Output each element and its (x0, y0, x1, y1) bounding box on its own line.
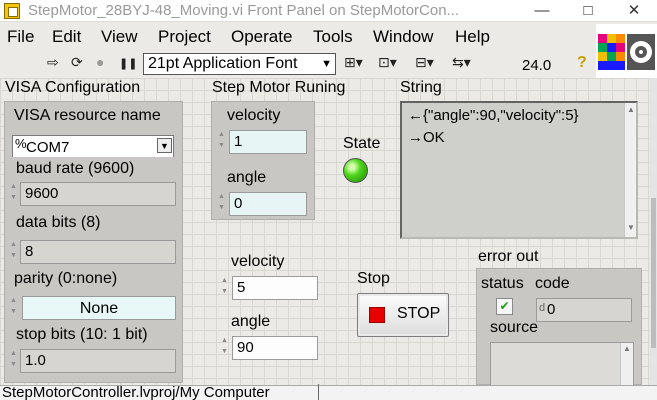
chevron-down-icon[interactable]: ▼ (157, 138, 172, 153)
font-dropdown-value: 21pt Application Font (148, 55, 298, 72)
zoom-level: 24.0 (522, 57, 552, 74)
data-bits-field[interactable]: 8 (20, 240, 176, 264)
panel-vertical-scrollbar[interactable] (650, 78, 657, 385)
baud-rate-label: baud rate (9600) (16, 160, 135, 177)
velocity-control-field[interactable]: 5 (232, 276, 318, 300)
baud-rate-stepper[interactable] (9, 182, 19, 206)
running-velocity-indicator: 1 (229, 130, 307, 154)
string-indicator: ←{"angle":90,"velocity":5} →OK ▲ ▼ (400, 101, 638, 239)
error-code-indicator: d 0 (536, 298, 632, 322)
state-label: State (343, 135, 381, 152)
menu-window[interactable]: Window (373, 27, 433, 47)
error-out-label: error out (478, 248, 539, 265)
running-section-title: Step Motor Runing (212, 79, 346, 96)
title-bar[interactable]: StepMotor_28BYJ-48_Moving.vi Front Panel… (0, 0, 657, 22)
font-dropdown[interactable]: 21pt Application Font ▼ (143, 53, 336, 75)
maximize-button[interactable]: □ (565, 0, 611, 22)
error-source-label: source (490, 319, 539, 336)
data-bits-stepper[interactable] (9, 240, 19, 264)
scroll-up-icon[interactable]: ▲ (627, 105, 635, 114)
project-path: StepMotorController.lvproj/My Computer (0, 384, 319, 400)
source-scrollbar[interactable]: ▲ (620, 343, 633, 386)
error-status-check-icon: ✔ (496, 298, 513, 315)
scroll-up-icon[interactable]: ▲ (623, 344, 631, 353)
angle-control-stepper[interactable] (220, 336, 230, 360)
baud-rate-field[interactable]: 9600 (20, 182, 176, 206)
abort-icon[interactable]: ● (96, 54, 104, 70)
data-bits-label: data bits (8) (16, 214, 101, 231)
menu-operate[interactable]: Operate (231, 27, 292, 47)
stop-label: Stop (357, 270, 390, 287)
running-angle-label: angle (227, 169, 267, 186)
pause-icon[interactable]: ❚❚ (119, 56, 137, 72)
menu-view[interactable]: View (101, 27, 138, 47)
menu-help[interactable]: Help (455, 27, 490, 47)
stop-bits-field[interactable]: 1.0 (20, 349, 176, 373)
stop-button-label: STOP (397, 305, 441, 322)
string-line-received: →OK (408, 129, 445, 146)
visa-resource-value: COM7 (26, 139, 70, 156)
string-scrollbar[interactable]: ▲ ▼ (624, 103, 636, 237)
toolbar: ⇨ ⟳ ● ❚❚ 21pt Application Font ▼ ⊞▾ ⊡▾ ⊟… (0, 50, 600, 78)
parity-label: parity (0:none) (14, 270, 118, 287)
run-continuously-icon[interactable]: ⟳ (71, 54, 83, 70)
vi-connector-pane-icon[interactable] (596, 24, 657, 78)
error-status-label: status (481, 275, 524, 292)
angle-control-field[interactable]: 90 (232, 336, 318, 360)
velocity-control-stepper[interactable] (220, 276, 230, 300)
stop-button[interactable]: STOP (357, 293, 449, 337)
scroll-down-icon[interactable]: ▼ (627, 223, 635, 232)
close-button[interactable]: ✕ (611, 0, 657, 22)
error-source-indicator: ▲ (490, 342, 634, 386)
angle-control-label: angle (231, 313, 271, 330)
visa-resource-combo[interactable]: % COM7 ▼ (12, 135, 174, 157)
menu-bar: File Edit View Project Operate Tools Win… (0, 24, 657, 48)
window-title: StepMotor_28BYJ-48_Moving.vi Front Panel… (28, 2, 460, 19)
menu-file[interactable]: File (7, 27, 34, 47)
connector-pane-graphic-icon (598, 34, 655, 70)
error-code-label: code (535, 275, 570, 292)
reorder-icon[interactable]: ⇆▾ (452, 54, 471, 70)
menu-edit[interactable]: Edit (52, 27, 81, 47)
context-help-icon[interactable]: ? (577, 54, 587, 72)
stop-bits-label: stop bits (10: 1 bit) (16, 326, 148, 343)
string-label: String (400, 79, 442, 96)
run-arrow-icon[interactable]: ⇨ (47, 54, 59, 70)
parity-ring[interactable]: None (22, 296, 176, 320)
running-velocity-stepper (217, 130, 227, 154)
chevron-down-icon: ▼ (321, 58, 332, 70)
velocity-control-label: velocity (231, 253, 285, 270)
error-code-value: 0 (547, 301, 556, 318)
stop-bits-stepper[interactable] (9, 349, 19, 373)
running-angle-indicator: 0 (229, 192, 307, 216)
parity-stepper[interactable] (9, 296, 19, 320)
string-line-sent: ←{"angle":90,"velocity":5} (408, 107, 579, 124)
running-angle-stepper (217, 192, 227, 216)
distribute-objects-icon[interactable]: ⊡▾ (378, 54, 397, 70)
menu-project[interactable]: Project (158, 27, 211, 47)
menu-tools[interactable]: Tools (313, 27, 353, 47)
visa-resource-label: VISA resource name (14, 107, 161, 124)
state-led (343, 158, 368, 183)
labview-vi-icon (4, 3, 20, 19)
running-velocity-label: velocity (227, 107, 281, 124)
visa-resource-icon: % (15, 136, 27, 151)
decimal-radix-icon: d (539, 302, 546, 314)
resize-objects-icon[interactable]: ⊟▾ (415, 54, 434, 70)
visa-section-title: VISA Configuration (5, 79, 141, 96)
scrollbar-thumb[interactable] (651, 198, 656, 348)
minimize-button[interactable]: — (519, 0, 565, 22)
align-objects-icon[interactable]: ⊞▾ (344, 54, 363, 70)
status-bar: StepMotorController.lvproj/My Computer (0, 384, 657, 400)
stop-square-icon (369, 307, 385, 323)
